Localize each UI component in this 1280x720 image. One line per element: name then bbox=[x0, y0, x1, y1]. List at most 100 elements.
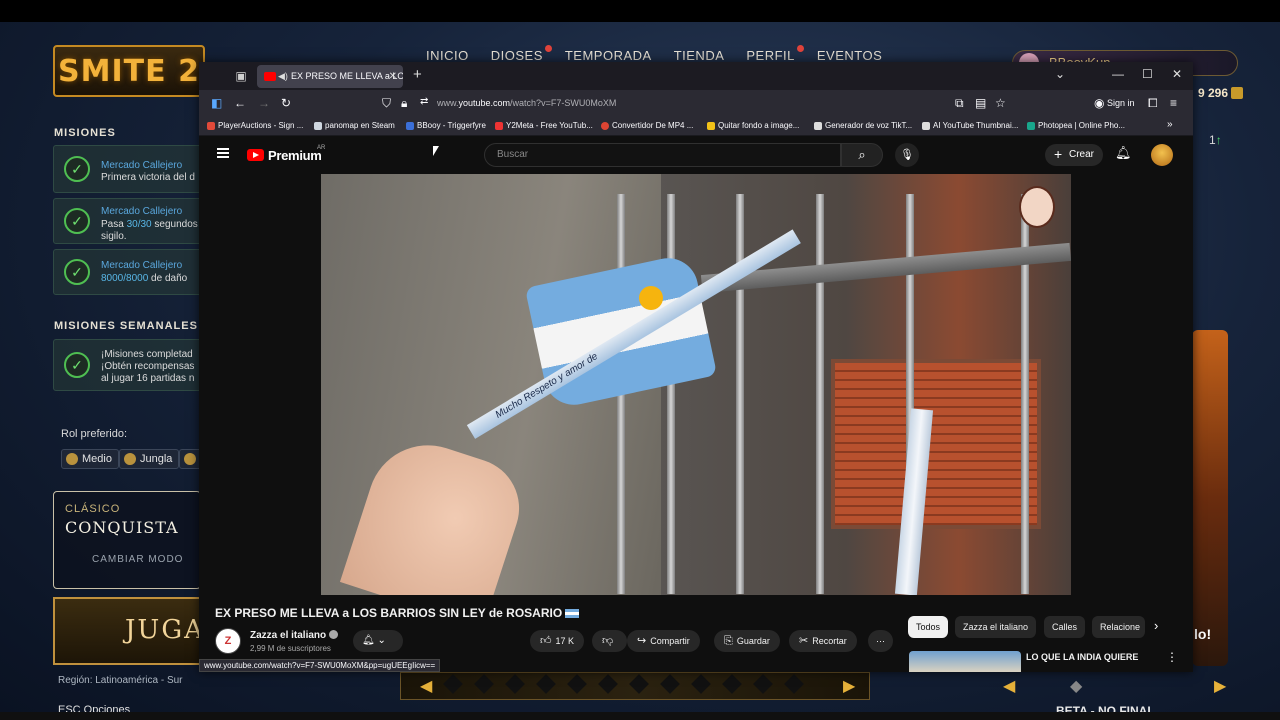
currency-display: 9 296 bbox=[1198, 86, 1244, 100]
back-icon[interactable]: ← bbox=[234, 96, 246, 110]
extensions-icon[interactable]: ⧠ bbox=[1148, 96, 1158, 111]
chip-todos[interactable]: Todos bbox=[908, 616, 949, 638]
youtube-brand[interactable]: Premium bbox=[268, 148, 322, 163]
shield-icon[interactable]: ⛉ bbox=[382, 96, 391, 111]
mission-card[interactable]: ✓ Mercado Callejero Primera victoria del… bbox=[53, 145, 203, 193]
minimize-icon[interactable]: — bbox=[1112, 67, 1124, 81]
bookmark-item[interactable]: Quitar fondo a image... bbox=[707, 121, 799, 130]
carousel-dot[interactable] bbox=[784, 674, 804, 694]
permissions-icon[interactable]: ⇄ bbox=[420, 96, 428, 107]
channel-name[interactable]: Zazza el italiano bbox=[250, 630, 339, 641]
share-button[interactable]: ↪ Compartir bbox=[627, 630, 700, 652]
chevron-left-icon[interactable]: ◀ bbox=[1003, 676, 1015, 696]
carousel-dot[interactable] bbox=[443, 674, 463, 694]
youtube-logo-icon[interactable] bbox=[247, 149, 264, 161]
sign-in-button[interactable]: Sign in bbox=[1107, 98, 1135, 108]
chevron-down-icon[interactable]: ⌄ bbox=[1055, 67, 1065, 81]
browser-tab-active[interactable]: ◀) EX PRESO ME LLEVA a LOS ✕ bbox=[257, 65, 403, 88]
bookmark-item[interactable]: panomap en Steam bbox=[314, 121, 395, 130]
carousel-dot[interactable] bbox=[536, 674, 556, 694]
role-chip-medio[interactable]: Medio bbox=[61, 449, 119, 469]
chevron-right-icon[interactable]: ▶ bbox=[843, 676, 855, 696]
bookmark-item[interactable]: AI YouTube Thumbnai... bbox=[922, 121, 1018, 130]
event-card[interactable]: lo! bbox=[1192, 330, 1228, 666]
avatar[interactable] bbox=[1151, 144, 1173, 166]
play-button[interactable]: JUGA bbox=[53, 597, 201, 665]
clip-button[interactable]: ✂ Recortar bbox=[789, 630, 857, 652]
lock-icon[interactable]: 🔒︎ bbox=[401, 96, 407, 111]
role-chip-jungla[interactable]: Jungla bbox=[119, 449, 180, 469]
game-nav-perfil[interactable]: PERFIL bbox=[746, 45, 804, 63]
bookmark-item[interactable]: Generador de voz TikT... bbox=[814, 121, 912, 130]
bookmark-item[interactable]: Convertidor De MP4 ... bbox=[601, 121, 693, 130]
bookmark-star-icon[interactable]: ☆ bbox=[995, 96, 1006, 110]
picture-in-picture-icon[interactable]: ⧉ bbox=[955, 96, 964, 111]
weekly-mission-card[interactable]: ✓ ¡Misiones completad ¡Obtén recompensas… bbox=[53, 339, 203, 391]
carousel-dot[interactable] bbox=[753, 674, 773, 694]
search-icon[interactable]: ⌕ bbox=[841, 143, 883, 167]
chip-calles[interactable]: Calles bbox=[1044, 616, 1086, 638]
tab-list-icon[interactable]: ▣ bbox=[231, 66, 251, 86]
carousel-dot[interactable] bbox=[691, 674, 711, 694]
channel-avatar[interactable]: Z bbox=[215, 628, 241, 654]
dislike-button[interactable]: 👎︎ bbox=[592, 630, 628, 652]
microphone-icon[interactable]: 🎙︎ bbox=[895, 143, 919, 167]
game-nav-temporada[interactable]: TEMPORADA bbox=[565, 48, 652, 63]
video-player[interactable]: Mucho Respeto y amor de bbox=[321, 174, 1071, 595]
subscription-bell-button[interactable]: 🔔︎ ⌄ bbox=[353, 630, 403, 652]
maximize-icon[interactable]: ☐ bbox=[1142, 67, 1153, 81]
more-vertical-icon[interactable]: ⋮ bbox=[1166, 650, 1178, 664]
search-input[interactable]: Buscar bbox=[484, 143, 841, 167]
game-mode-card[interactable]: CLÁSICO CONQUISTA CAMBIAR MODO bbox=[53, 491, 201, 589]
change-mode-button[interactable]: CAMBIAR MODO bbox=[92, 554, 183, 565]
recommended-title[interactable]: LO QUE LA INDIA QUIERE bbox=[1026, 652, 1138, 662]
bookmarks-overflow-icon[interactable]: » bbox=[1167, 119, 1173, 130]
check-icon: ✓ bbox=[64, 352, 90, 378]
bell-icon: 🔔︎ bbox=[362, 635, 375, 646]
close-tab-icon[interactable]: ✕ bbox=[389, 65, 397, 88]
like-button[interactable]: 👍︎ 17 K bbox=[530, 630, 585, 652]
verified-icon bbox=[329, 630, 339, 639]
chevron-left-icon[interactable]: ◀ bbox=[420, 676, 432, 696]
reload-icon[interactable]: ↻ bbox=[281, 96, 291, 110]
carousel-dot[interactable] bbox=[567, 674, 587, 694]
carousel-dot[interactable] bbox=[505, 674, 525, 694]
game-nav-dioses[interactable]: DIOSES bbox=[491, 45, 552, 63]
bookmark-item[interactable]: Photopea | Online Pho... bbox=[1027, 121, 1125, 130]
video-title-text: EX PRESO ME LLEVA a LOS BARRIOS SIN LEY … bbox=[215, 606, 563, 620]
game-nav-eventos[interactable]: EVENTOS bbox=[817, 48, 882, 63]
bookmark-item[interactable]: Y2Meta - Free YouTub... bbox=[495, 121, 593, 130]
speaker-icon[interactable]: ◀) bbox=[278, 65, 288, 88]
more-actions-icon[interactable]: ⋯ bbox=[868, 630, 893, 652]
chip-channel[interactable]: Zazza el italiano bbox=[955, 616, 1037, 638]
chevron-right-icon[interactable]: › bbox=[1154, 618, 1158, 633]
game-nav-inicio[interactable]: INICIO bbox=[426, 48, 469, 63]
bookmark-item[interactable]: BBooy - Triggerfyre bbox=[406, 121, 486, 130]
create-button[interactable]: Crear bbox=[1045, 143, 1104, 166]
sidebar-icon[interactable]: ◧ bbox=[211, 96, 222, 110]
chip-relacionados[interactable]: Relacione bbox=[1092, 616, 1145, 638]
game-nav: INICIO DIOSES TEMPORADA TIENDA PERFIL EV… bbox=[426, 45, 882, 63]
new-tab-icon[interactable]: + bbox=[413, 66, 422, 83]
menu-icon[interactable]: ≡ bbox=[1170, 96, 1177, 110]
bell-icon[interactable]: 🔔︎ bbox=[1115, 145, 1132, 161]
carousel-dot[interactable] bbox=[660, 674, 680, 694]
up-arrow-icon: ↑ bbox=[1215, 133, 1222, 147]
carousel-dot[interactable] bbox=[474, 674, 494, 694]
hamburger-menu-icon[interactable] bbox=[217, 148, 229, 158]
close-window-icon[interactable]: ✕ bbox=[1172, 67, 1182, 81]
recommended-thumbnail[interactable] bbox=[909, 651, 1021, 672]
mission-desc: Pasa 30/30 segundos bbox=[101, 219, 198, 231]
carousel-dot[interactable] bbox=[598, 674, 618, 694]
forward-icon[interactable]: → bbox=[258, 96, 270, 110]
reader-view-icon[interactable]: ▤ bbox=[975, 96, 986, 110]
carousel-dot[interactable] bbox=[722, 674, 742, 694]
mission-card[interactable]: ✓ Mercado Callejero 8000/8000 de daño bbox=[53, 249, 203, 295]
game-nav-tienda[interactable]: TIENDA bbox=[674, 48, 725, 63]
mission-card[interactable]: ✓ Mercado Callejero Pasa 30/30 segundos … bbox=[53, 198, 203, 244]
address-bar[interactable]: www.youtube.com/watch?v=F7-SWU0MoXM bbox=[437, 98, 616, 108]
chevron-right-icon[interactable]: ▶ bbox=[1214, 676, 1226, 696]
carousel-dot[interactable] bbox=[629, 674, 649, 694]
save-button[interactable]: ⎘ Guardar bbox=[714, 630, 780, 652]
bookmark-item[interactable]: PlayerAuctions - Sign ... bbox=[207, 121, 303, 130]
